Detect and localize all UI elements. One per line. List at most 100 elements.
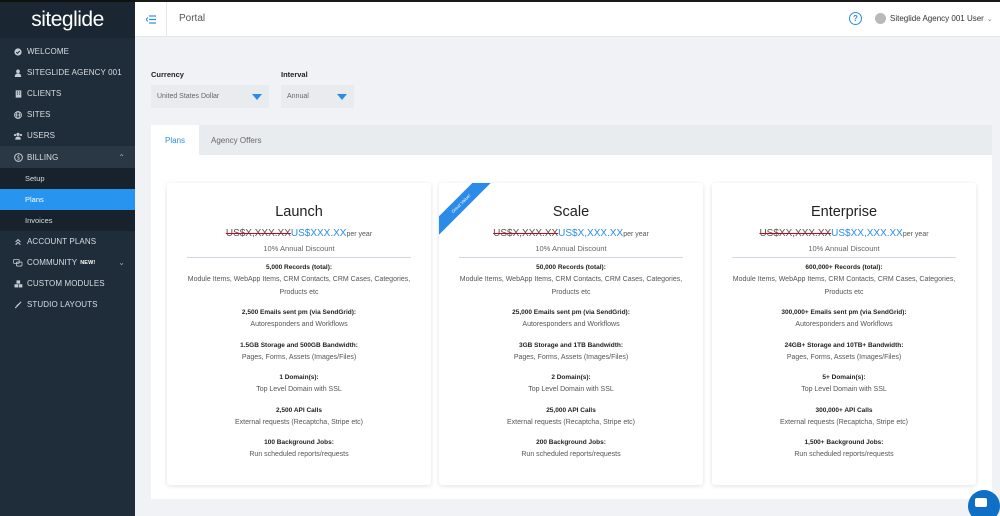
feature-desc: Run scheduled reports/requests [521, 451, 621, 458]
feature-desc: Pages, Forms, Assets (Images/Files) [513, 353, 629, 361]
feature-title: 1 Domain(s): [279, 374, 319, 381]
sidebar-item-label: WELCOME [27, 47, 70, 56]
feature-title: 1.5GB Storage and 500GB Bandwidth: [240, 341, 358, 349]
sidebar-subitem-plans[interactable]: Plans [0, 189, 135, 210]
feature-desc: External requests (Recaptcha, Stripe etc… [506, 418, 635, 426]
feature-item: 3GB Storage and 1TB Bandwidth: Pages, For… [447, 340, 695, 365]
sidebar-toggle-button[interactable] [135, 2, 167, 37]
feature-list: 600,000+ Records (total): Module Items, W… [720, 262, 968, 470]
currency-value: United States Dollar [157, 93, 220, 100]
sidebar-item-agency[interactable]: SITEGLIDE AGENCY 001 [0, 62, 135, 83]
interval-value: Annual [287, 93, 309, 100]
sidebar-item-billing[interactable]: $ BILLING ⌃ [0, 146, 135, 168]
new-badge: NEW! [80, 259, 96, 266]
feature-title: 100 Background Jobs: [264, 439, 334, 446]
sidebar-item-welcome[interactable]: WELCOME [0, 41, 135, 62]
chat-widget-button[interactable] [968, 490, 1000, 516]
sidebar-item-sites[interactable]: SITES [0, 104, 135, 125]
brush-icon [13, 300, 23, 310]
plan-name: Scale [552, 204, 590, 220]
top-bar: Portal ? Siteglide Agency 001 User ⌄ [135, 0, 1000, 37]
sidebar-item-label: STUDIO LAYOUTS [27, 300, 98, 309]
sidebar-item-label: CUSTOM MODULES [27, 279, 105, 288]
plan-name: Enterprise [810, 204, 878, 220]
sidebar-item-community[interactable]: COMMUNITY NEW! ⌄ [0, 252, 135, 273]
old-price: US$XX,XXX.XX [759, 228, 832, 239]
sidebar-subitem-invoices[interactable]: Invoices [0, 210, 135, 231]
feature-title: 1,500+ Background Jobs: [804, 439, 884, 446]
annual-discount: 10% Annual Discount [732, 244, 956, 258]
feature-list: 5,000 Records (total): Module Items, WebA… [175, 262, 423, 470]
feature-desc: Run scheduled reports/requests [794, 451, 894, 458]
user-menu[interactable]: Siteglide Agency 001 User ⌄ [875, 13, 993, 24]
sidebar-item-label: CLIENTS [27, 89, 62, 98]
help-icon[interactable]: ? [849, 12, 862, 25]
sidebar-item-label: USERS [27, 131, 56, 140]
feature-title: 50,000 Records (total): [536, 264, 606, 271]
dropdown-arrow-icon [337, 94, 347, 100]
price-period: per year [623, 231, 649, 238]
feature-desc: Autoresponders and Workflows [522, 321, 620, 328]
cubes-icon [13, 279, 23, 289]
feature-item: 300,000+ API Calls External requests (Rec… [720, 405, 968, 430]
feature-item: 2,500 API Calls External requests (Recapt… [175, 405, 423, 430]
plan-price: US$XX,XXX.XXUS$XX,XXX.XXper year [712, 228, 976, 239]
sidebar-item-studio-layouts[interactable]: STUDIO LAYOUTS [0, 294, 135, 315]
sidebar-item-label: SITES [27, 110, 51, 119]
feature-desc: Autoresponders and Workflows [250, 321, 348, 328]
check-circle-icon [13, 47, 23, 57]
feature-item: 5+ Domain(s): Top Level Domain with SSL [720, 372, 968, 397]
feature-item: 1,500+ Background Jobs: Run scheduled rep… [720, 437, 968, 462]
sidebar-item-label: ACCOUNT PLANS [27, 237, 97, 246]
plan-price: US$X,XXX.XXUS$X,XXX.XXper year [439, 228, 703, 239]
feature-desc: Pages, Forms, Assets (Images/Files) [786, 353, 902, 361]
feature-desc: Module Items, WebApp Items, CRM Contacts… [459, 276, 683, 296]
feature-item: 25,000 Emails sent pm (via SendGrid): Aut… [447, 307, 695, 332]
interval-select[interactable]: Annual [281, 85, 354, 108]
feature-desc: Run scheduled reports/requests [249, 451, 349, 458]
old-price: US$X,XXX.XX [225, 228, 291, 239]
sidebar-item-label: BILLING [27, 152, 59, 162]
feature-item: 2,500 Emails sent pm (via SendGrid): Auto… [175, 307, 423, 332]
feature-item: 2 Domain(s): Top Level Domain with SSL [447, 372, 695, 397]
tab-plans[interactable]: Plans [151, 125, 200, 155]
avatar [875, 13, 886, 24]
feature-item: 600,000+ Records (total): Module Items, W… [720, 262, 968, 299]
feature-item: 1 Domain(s): Top Level Domain with SSL [175, 372, 423, 397]
price-period: per year [346, 231, 373, 238]
sidebar-subitem-setup[interactable]: Setup [0, 168, 135, 189]
currency-select[interactable]: United States Dollar [151, 85, 269, 108]
building-icon [13, 89, 23, 99]
feature-title: 2 Domain(s): [551, 374, 591, 381]
interval-label: Interval [281, 70, 308, 79]
tabs-bar: Plans Agency Offers [151, 125, 992, 155]
users-icon [13, 131, 23, 141]
chat-bubble-icon [975, 497, 987, 507]
tab-agency-offers[interactable]: Agency Offers [211, 125, 262, 155]
feature-item: 100 Background Jobs: Run scheduled report… [175, 437, 423, 462]
plan-name: Launch [275, 204, 323, 220]
feature-title: 24GB+ Storage and 10TB+ Bandwidth: [784, 341, 904, 349]
feature-item: 50,000 Records (total): Module Items, Web… [447, 262, 695, 299]
feature-desc: Top Level Domain with SSL [528, 386, 614, 393]
siteglide-logo[interactable]: siteglide [0, 0, 135, 38]
chevron-up-icon: ⌃ [118, 152, 125, 162]
page-title: Portal [179, 13, 206, 24]
sidebar-item-custom-modules[interactable]: CUSTOM MODULES [0, 273, 135, 294]
annual-discount: 10% Annual Discount [459, 244, 683, 258]
sidebar-item-account-plans[interactable]: ACCOUNT PLANS [0, 231, 135, 252]
chat-icon [13, 258, 23, 268]
sidebar-item-clients[interactable]: CLIENTS [0, 83, 135, 104]
sidebar-item-users[interactable]: USERS [0, 125, 135, 146]
plan-card-scale: Great Value! Scale US$X,XXX.XXUS$X,XXX.X… [439, 183, 703, 485]
feature-title: 25,000 Emails sent pm (via SendGrid): [512, 309, 630, 316]
user-name: Siteglide Agency 001 User [890, 14, 984, 23]
currency-label: Currency [151, 70, 184, 79]
feature-desc: Module Items, WebApp Items, CRM Contacts… [732, 276, 956, 296]
sidebar-subitem-label: Invoices [25, 216, 53, 225]
new-price: US$X,XXX.XX [558, 228, 624, 239]
feature-title: 2,500 Emails sent pm (via SendGrid): [241, 309, 357, 316]
dropdown-arrow-icon [252, 94, 262, 100]
new-price: US$XX,XXX.XX [831, 228, 903, 239]
annual-discount: 10% Annual Discount [187, 244, 411, 258]
